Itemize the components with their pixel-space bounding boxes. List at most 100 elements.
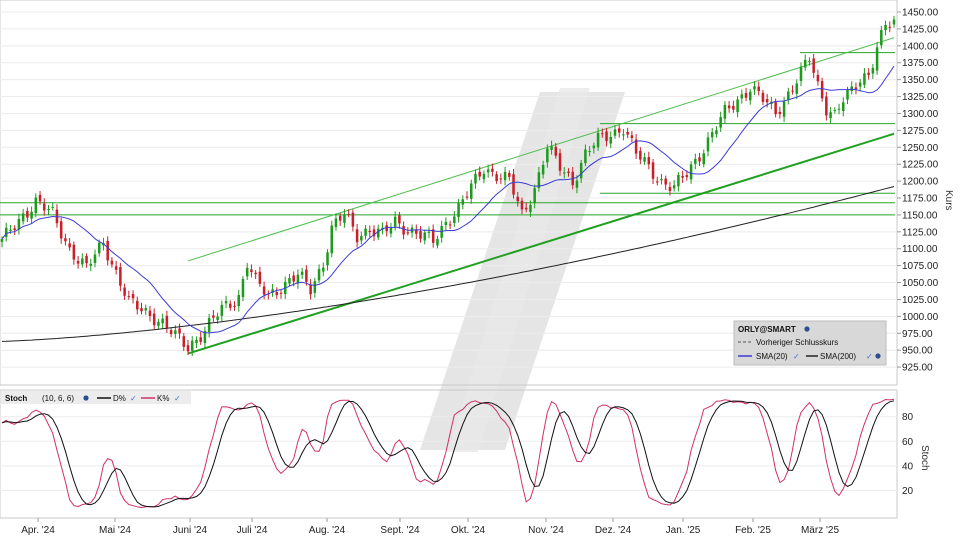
y-tick-label: 1025.00 (902, 295, 939, 306)
candle-body (427, 231, 431, 233)
candle (114, 260, 118, 275)
candle (119, 262, 122, 292)
price-legend[interactable]: ORLY@SMART Vorheriger Schlusskurs SMA(20… (733, 320, 887, 366)
candle-body (664, 178, 667, 185)
candle-body (723, 104, 727, 119)
candle-body (406, 232, 410, 234)
candle (326, 249, 329, 271)
candle-body (677, 174, 680, 187)
candle-body (338, 215, 342, 221)
candle-body (152, 313, 156, 326)
candle (871, 64, 875, 79)
candle (672, 180, 676, 192)
candle-body (148, 310, 152, 317)
candle-body (672, 185, 676, 189)
candle-body (643, 157, 646, 162)
candle-body (854, 87, 858, 90)
candle (875, 41, 879, 75)
candle (744, 87, 748, 102)
candle-body (761, 92, 765, 102)
candle-body (106, 240, 109, 261)
sma20-check-icon[interactable]: ✓ (793, 352, 800, 361)
candle (152, 308, 156, 330)
candle (419, 226, 422, 243)
candle-body (81, 258, 84, 265)
candle-body (567, 171, 570, 174)
candle-body (9, 229, 12, 231)
k-check-icon[interactable]: ✓ (174, 394, 181, 403)
stoch-legend[interactable]: Stoch (10, 6, 6) D% ✓ K% ✓ (1, 391, 191, 404)
candle-body (875, 47, 879, 71)
candle (364, 225, 367, 240)
candle (254, 269, 257, 280)
candle-body (837, 108, 841, 110)
y-tick-label: 925.00 (902, 363, 933, 374)
candle (89, 258, 93, 272)
legend-sma20: SMA(20) (756, 352, 788, 361)
candle-body (520, 200, 524, 210)
candle (850, 81, 853, 95)
price-gridlines (0, 11, 897, 368)
candle (72, 241, 76, 265)
candle-body (812, 58, 815, 73)
candle (140, 302, 143, 315)
candle-body (165, 315, 169, 328)
candle-body (799, 66, 803, 81)
stoch-tick-label: 40 (902, 461, 914, 472)
stoch-settings-icon[interactable] (83, 395, 89, 401)
y-tick-label: 1325.00 (902, 92, 939, 103)
candle-body (59, 221, 63, 239)
candle-body (393, 216, 397, 227)
candle-body (609, 137, 613, 144)
sma-settings-icon[interactable] (875, 353, 881, 359)
candle-body (444, 221, 448, 226)
candle-body (347, 214, 350, 216)
stoch-k-label: K% (157, 394, 169, 403)
candle-body (736, 99, 739, 113)
candle (368, 225, 372, 238)
candle (131, 290, 135, 304)
stoch-tick-label: 60 (902, 437, 914, 448)
candle-body (389, 227, 393, 234)
d-check-icon[interactable]: ✓ (130, 394, 137, 403)
candle-body (89, 263, 93, 266)
candle (803, 54, 807, 71)
candle (816, 69, 820, 86)
candle (300, 267, 304, 279)
candle-body (562, 172, 566, 174)
candle (689, 161, 693, 184)
candle-body (499, 178, 503, 180)
chart-window: 1450.00 1425.00 1400.00 1375.00 1350.00 1325.… (0, 0, 960, 540)
watermark-logo (420, 88, 625, 452)
candle (398, 211, 401, 229)
candle-body (829, 112, 832, 119)
legend-prev-close: Vorheriger Schlusskurs (756, 338, 838, 347)
y-tick-label: 1175.00 (902, 194, 938, 205)
candle-body (233, 305, 236, 307)
candle-body (478, 171, 481, 177)
candle (330, 220, 334, 258)
candle-body (13, 228, 16, 230)
candle (892, 15, 896, 28)
candle (858, 79, 862, 92)
candle (444, 217, 448, 231)
candle-body (825, 96, 828, 116)
candle-body (431, 229, 435, 243)
candle (224, 295, 228, 309)
candle (207, 313, 211, 338)
candle-body (144, 308, 147, 311)
settings-icon[interactable] (804, 326, 810, 332)
candle (474, 169, 477, 189)
candle (630, 131, 634, 143)
legend-sma200: SMA(200) (820, 352, 856, 361)
candle-body (888, 26, 892, 28)
candle (30, 206, 33, 225)
candle-body (715, 130, 718, 135)
candle (664, 175, 667, 190)
candle-body (330, 225, 334, 254)
candle-body (820, 81, 824, 99)
sma200-check-icon[interactable]: ✓ (866, 352, 873, 361)
candle-body (51, 206, 54, 208)
candle (47, 205, 50, 216)
candle-body (495, 174, 498, 181)
